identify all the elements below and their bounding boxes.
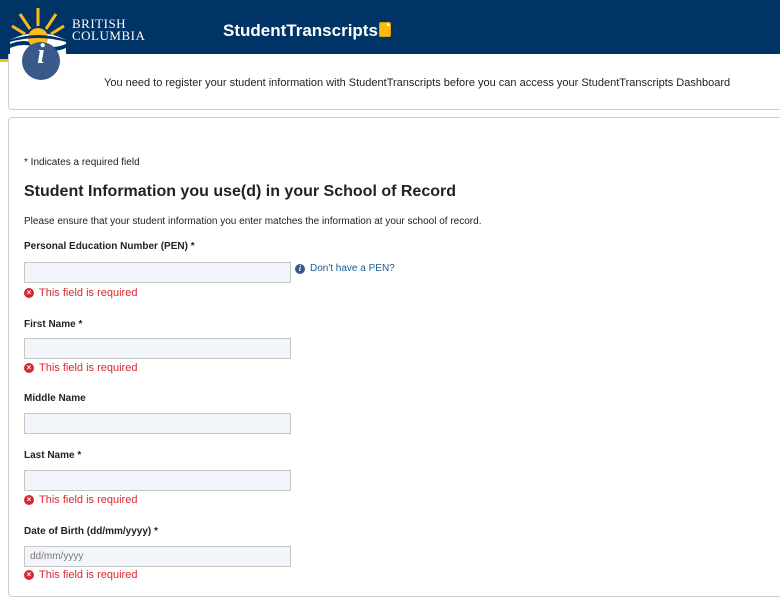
section-description: Please ensure that your student informat…	[24, 216, 482, 227]
required-field-note: * Indicates a required field	[24, 157, 140, 168]
section-title: Student Information you use(d) in your S…	[24, 183, 456, 200]
first-name-error: × This field is required	[24, 362, 137, 374]
error-x-icon: ×	[24, 570, 34, 580]
last-name-label: Last Name *	[24, 450, 82, 461]
middle-name-label: Middle Name	[24, 393, 86, 404]
last-name-error: × This field is required	[24, 494, 137, 506]
dob-input[interactable]	[24, 546, 291, 567]
info-message: You need to register your student inform…	[104, 77, 731, 89]
error-x-icon: ×	[24, 495, 34, 505]
app-header: British Columbia StudentTranscripts	[0, 0, 780, 62]
no-pen-link[interactable]: i Don't have a PEN?	[295, 263, 395, 274]
last-name-input[interactable]	[24, 470, 291, 491]
bc-wordmark-line2: Columbia	[72, 28, 146, 43]
error-x-icon: ×	[24, 288, 34, 298]
dob-error-text: This field is required	[39, 569, 138, 581]
first-name-input[interactable]	[24, 338, 291, 359]
app-title[interactable]: StudentTranscripts	[223, 21, 378, 41]
pen-error-text: This field is required	[39, 287, 138, 299]
bc-wordmark: British Columbia	[72, 17, 146, 43]
last-name-error-text: This field is required	[39, 494, 138, 506]
pen-input[interactable]	[24, 262, 291, 283]
document-icon	[379, 22, 391, 37]
pen-error: × This field is required	[24, 287, 137, 299]
first-name-error-text: This field is required	[39, 362, 138, 374]
info-icon: i	[295, 263, 305, 274]
pen-label: Personal Education Number (PEN) *	[24, 241, 195, 252]
first-name-label: First Name *	[24, 319, 83, 330]
dob-error: × This field is required	[24, 569, 137, 581]
dob-label: Date of Birth (dd/mm/yyyy) *	[24, 526, 158, 537]
error-x-icon: ×	[24, 363, 34, 373]
no-pen-link-label[interactable]: Don't have a PEN?	[310, 263, 395, 274]
info-icon: i	[22, 42, 60, 80]
middle-name-input[interactable]	[24, 413, 291, 434]
